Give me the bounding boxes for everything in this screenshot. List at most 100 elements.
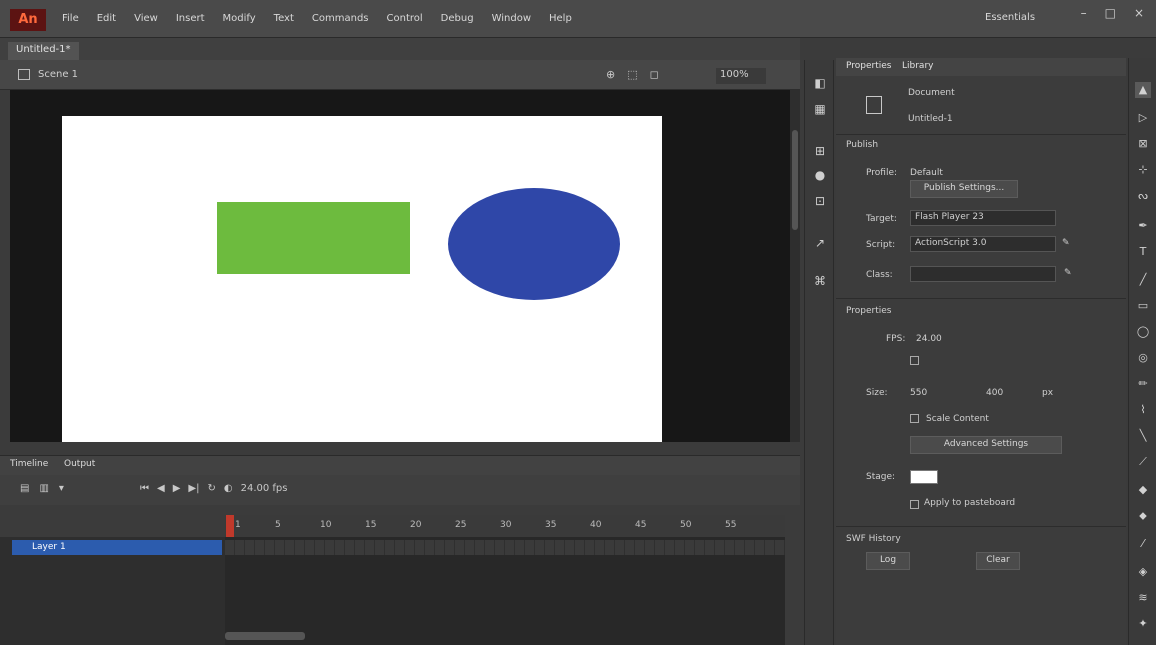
- bone-tool-icon[interactable]: ⟋: [1135, 454, 1151, 470]
- components-icon[interactable]: ⌘: [813, 274, 827, 288]
- frame-number: 15: [365, 520, 377, 530]
- frame-ruler[interactable]: 1 5 10 15 20 25 30 35 40 45 50 55: [225, 515, 785, 537]
- frame-number: 25: [455, 520, 467, 530]
- transform-icon[interactable]: ⊡: [813, 194, 827, 208]
- pen-tool-icon[interactable]: ✒: [1135, 218, 1151, 234]
- lasso-tool-icon[interactable]: ᔓ: [1135, 188, 1151, 204]
- timeline-horizontal-scrollbar[interactable]: [225, 632, 305, 640]
- size-height[interactable]: 400: [986, 388, 1003, 398]
- frame-cells[interactable]: [225, 540, 785, 555]
- next-frame-icon[interactable]: ▶|: [188, 483, 199, 494]
- menu-bar: An File Edit View Insert Modify Text Com…: [0, 0, 1156, 38]
- free-transform-tool-icon[interactable]: ⊠: [1135, 136, 1151, 152]
- publish-section-header[interactable]: Publish: [846, 140, 878, 150]
- width-tool-icon[interactable]: ≋: [1135, 590, 1151, 606]
- stage-color-swatch[interactable]: [910, 470, 938, 484]
- polystar-tool-icon[interactable]: ◎: [1135, 350, 1151, 366]
- tab-properties[interactable]: Properties: [846, 61, 891, 71]
- playhead[interactable]: [226, 515, 234, 537]
- eyedropper-tool-icon[interactable]: ⁄: [1135, 536, 1151, 552]
- ink-bottle-tool-icon[interactable]: ⬥: [1135, 508, 1151, 524]
- zoom-field[interactable]: 100%: [716, 68, 766, 84]
- layer-row[interactable]: Layer 1: [12, 540, 222, 555]
- first-frame-icon[interactable]: ⏮: [140, 483, 149, 494]
- menu-text[interactable]: Text: [274, 13, 294, 24]
- swatches-icon[interactable]: ▦: [813, 102, 827, 116]
- oval-tool-icon[interactable]: ◯: [1135, 324, 1151, 340]
- checkbox[interactable]: [910, 356, 919, 365]
- line-tool-icon[interactable]: ╱: [1135, 272, 1151, 288]
- 3d-rotation-tool-icon[interactable]: ⊹: [1135, 162, 1151, 178]
- apply-pasteboard-checkbox[interactable]: [910, 500, 919, 509]
- align-icon[interactable]: ⊞: [813, 144, 827, 158]
- clip-icon[interactable]: ⬚: [627, 68, 637, 81]
- motion-presets-icon[interactable]: ↗: [813, 236, 827, 250]
- swf-history-header[interactable]: SWF History: [846, 534, 901, 544]
- scroll-thumb[interactable]: [792, 130, 798, 230]
- document-tab[interactable]: Untitled-1*: [8, 42, 79, 60]
- prev-frame-icon[interactable]: ◀: [157, 483, 165, 494]
- log-button[interactable]: Log: [866, 552, 910, 570]
- clear-button[interactable]: Clear: [976, 552, 1020, 570]
- tab-library[interactable]: Library: [902, 61, 933, 71]
- info-icon[interactable]: ●: [813, 168, 827, 182]
- play-icon[interactable]: ▶: [173, 483, 181, 494]
- paint-bucket-tool-icon[interactable]: ◆: [1135, 482, 1151, 498]
- minimize-icon[interactable]: –: [1081, 6, 1087, 20]
- eraser-tool-icon[interactable]: ◈: [1135, 564, 1151, 580]
- new-folder-icon[interactable]: ▥: [39, 483, 48, 494]
- class-input[interactable]: [910, 266, 1056, 282]
- publish-settings-button[interactable]: Publish Settings...: [910, 180, 1018, 198]
- rectangle-tool-icon[interactable]: ▭: [1135, 298, 1151, 314]
- menu-insert[interactable]: Insert: [176, 13, 205, 24]
- menu-edit[interactable]: Edit: [97, 13, 116, 24]
- scale-content-checkbox[interactable]: [910, 414, 919, 423]
- delete-layer-icon[interactable]: ▾: [59, 483, 64, 494]
- green-rectangle[interactable]: [217, 202, 410, 274]
- fps-readout[interactable]: 24.00 fps: [241, 483, 288, 494]
- advanced-settings-button[interactable]: Advanced Settings: [910, 436, 1062, 454]
- tab-timeline[interactable]: Timeline: [10, 459, 48, 469]
- paint-brush-tool-icon[interactable]: ╲: [1135, 428, 1151, 444]
- subselection-tool-icon[interactable]: ▷: [1135, 110, 1151, 126]
- close-icon[interactable]: ×: [1134, 6, 1144, 20]
- size-width[interactable]: 550: [910, 388, 927, 398]
- divider: [836, 526, 1126, 527]
- properties-section-header[interactable]: Properties: [846, 306, 891, 316]
- size-label: Size:: [866, 388, 888, 398]
- menu-debug[interactable]: Debug: [441, 13, 474, 24]
- stage-vertical-scrollbar[interactable]: [790, 90, 800, 442]
- menu-control[interactable]: Control: [387, 13, 423, 24]
- profile-value[interactable]: Default: [910, 168, 943, 178]
- workspace-switcher[interactable]: Essentials: [985, 12, 1035, 23]
- maximize-icon[interactable]: □: [1105, 6, 1116, 20]
- scene-label[interactable]: Scene 1: [38, 69, 78, 80]
- window-controls: – □ ×: [1081, 6, 1144, 20]
- target-select[interactable]: Flash Player 23: [910, 210, 1056, 226]
- pencil-tool-icon[interactable]: ✏: [1135, 376, 1151, 392]
- edit-class-icon[interactable]: ✎: [1064, 268, 1072, 278]
- menu-help[interactable]: Help: [549, 13, 572, 24]
- menu-file[interactable]: File: [62, 13, 79, 24]
- camera-tool-icon[interactable]: ✦: [1135, 616, 1151, 632]
- frame-number: 50: [680, 520, 692, 530]
- menu-commands[interactable]: Commands: [312, 13, 369, 24]
- menu-modify[interactable]: Modify: [223, 13, 256, 24]
- color-icon[interactable]: ◧: [813, 76, 827, 90]
- tab-output[interactable]: Output: [64, 459, 95, 469]
- center-stage-icon[interactable]: ⊕: [606, 68, 615, 81]
- text-tool-icon[interactable]: T: [1135, 244, 1151, 260]
- frame-number: 1: [235, 520, 241, 530]
- fps-value[interactable]: 24.00: [916, 334, 942, 344]
- rotate-icon[interactable]: ◻: [650, 68, 659, 81]
- brush-tool-icon[interactable]: ⌇: [1135, 402, 1151, 418]
- loop-icon[interactable]: ↻: [207, 483, 215, 494]
- blue-ellipse[interactable]: [448, 188, 620, 300]
- wrench-icon[interactable]: ✎: [1062, 238, 1070, 248]
- menu-window[interactable]: Window: [492, 13, 531, 24]
- onion-skin-icon[interactable]: ◐: [224, 483, 233, 494]
- menu-view[interactable]: View: [134, 13, 158, 24]
- new-layer-icon[interactable]: ▤: [20, 483, 29, 494]
- selection-tool-icon[interactable]: ▲: [1135, 82, 1151, 98]
- script-select[interactable]: ActionScript 3.0: [910, 236, 1056, 252]
